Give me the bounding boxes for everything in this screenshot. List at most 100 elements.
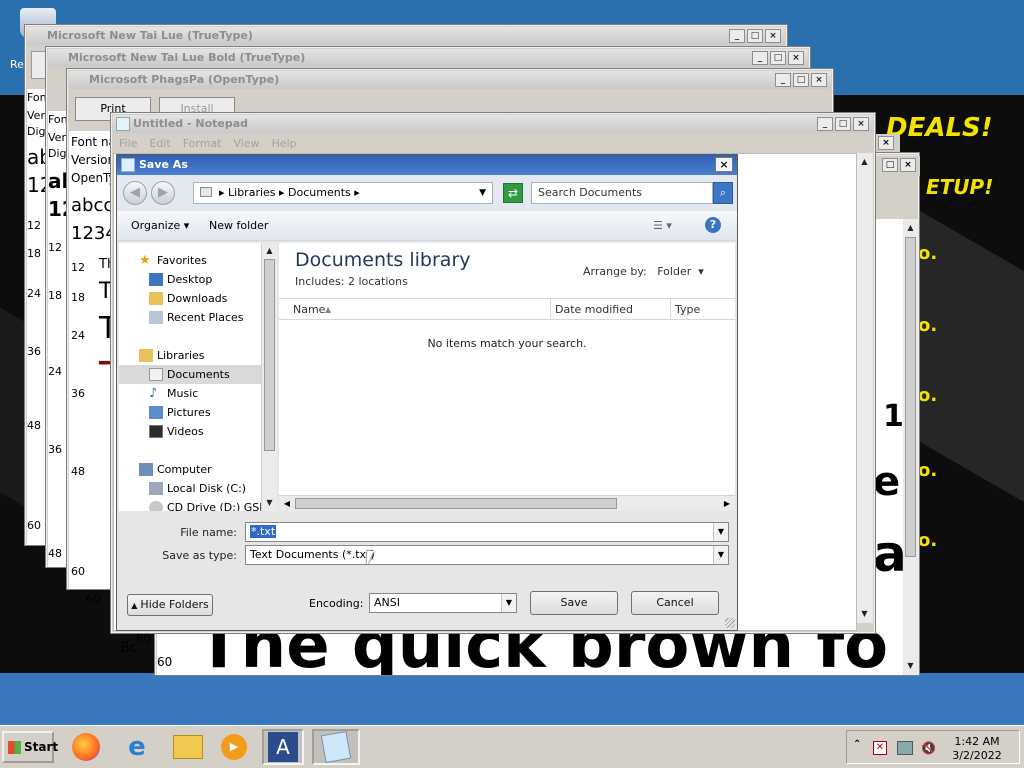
close-button[interactable]: × xyxy=(853,117,869,131)
file-name-input[interactable]: *.txt ▼ xyxy=(245,522,729,542)
dialog-toolbar: Organize ▾ New folder ☰ ▾ ? xyxy=(117,211,737,241)
nav-libraries[interactable]: Libraries xyxy=(119,346,261,365)
chevron-up-icon: ▲ xyxy=(131,601,138,610)
navigation-pane: ★ Favorites Desktop Downloads Recent Plac… xyxy=(119,243,277,511)
close-button[interactable]: × xyxy=(715,157,733,172)
maximize-button[interactable]: □ xyxy=(835,117,851,131)
maximize-button[interactable]: □ xyxy=(770,51,786,65)
nav-favorites[interactable]: ★ Favorites xyxy=(119,251,261,270)
menu-file[interactable]: File xyxy=(119,137,137,150)
dialog-title-bar[interactable]: Save As × xyxy=(117,155,737,175)
font-size-label: 18 xyxy=(48,289,62,302)
nav-videos[interactable]: Videos xyxy=(119,422,261,441)
column-date-modified[interactable]: Date modified xyxy=(555,303,633,316)
close-button[interactable]: × xyxy=(788,51,804,65)
back-button[interactable]: ◀ xyxy=(123,181,147,205)
address-dropdown-icon[interactable]: ▼ xyxy=(479,183,486,203)
save-as-type-select[interactable]: Text Documents (*.txt) ▼ xyxy=(245,545,729,565)
arrange-by-value[interactable]: Folder xyxy=(657,265,691,278)
action-center-icon[interactable]: ✕ xyxy=(873,741,887,755)
encoding-select[interactable]: ANSI ▼ xyxy=(369,593,517,613)
window-caption[interactable]: Untitled - Notepad _ □ × xyxy=(113,115,873,133)
minimize-button[interactable]: _ xyxy=(775,73,791,87)
column-name[interactable]: Name xyxy=(293,303,325,316)
organize-button[interactable]: Organize ▾ xyxy=(131,219,189,232)
horizontal-scrollbar[interactable]: ◀ ▶ xyxy=(279,495,735,511)
ad-glyph: o. xyxy=(918,530,938,551)
menu-edit[interactable]: Edit xyxy=(149,137,170,150)
breadcrumb-libraries[interactable]: Libraries xyxy=(228,186,276,199)
nav-cd-drive[interactable]: CD Drive (D:) GSP1 xyxy=(119,498,273,511)
window-caption[interactable]: Microsoft New Tai Lue (TrueType) _ □ × xyxy=(27,27,785,45)
column-type[interactable]: Type xyxy=(675,303,700,316)
taskbar-internet-explorer[interactable]: e xyxy=(117,729,157,765)
chevron-down-icon[interactable]: ▼ xyxy=(713,523,728,541)
maximize-button[interactable]: □ xyxy=(747,29,763,43)
save-as-type-label: Save as type: xyxy=(162,549,237,562)
vertical-scrollbar[interactable]: ▲ ▼ xyxy=(857,153,873,623)
maximize-button[interactable]: □ xyxy=(882,158,898,172)
taskbar: Start e ▶ A ⌃ ✕ 🔇 1:42 AM 3/2/2022 xyxy=(0,725,1024,768)
forward-button[interactable]: ▶ xyxy=(151,181,175,205)
arrange-by[interactable]: Arrange by: Folder ▾ xyxy=(583,265,704,278)
nav-computer[interactable]: Computer xyxy=(119,460,261,479)
menu-help[interactable]: Help xyxy=(272,137,297,150)
close-button[interactable]: × xyxy=(900,158,916,172)
help-icon[interactable]: ? xyxy=(705,217,721,233)
network-icon[interactable] xyxy=(897,741,913,755)
taskbar-media-player[interactable]: ▶ xyxy=(214,729,254,765)
font-info-label: Bc xyxy=(120,640,138,656)
font-icon xyxy=(72,73,86,87)
nav-music[interactable]: ♪ Music xyxy=(119,384,261,403)
window-caption[interactable]: Microsoft New Tai Lue Bold (TrueType) _ □… xyxy=(48,49,808,67)
nav-pictures[interactable]: Pictures xyxy=(119,403,261,422)
minimize-button[interactable]: _ xyxy=(817,117,833,131)
nav-downloads[interactable]: Downloads xyxy=(119,289,261,308)
taskbar-font-viewer[interactable]: A xyxy=(262,729,304,765)
vertical-scrollbar[interactable]: ▲ ▼ xyxy=(903,219,919,675)
desktop-background-bottom xyxy=(0,673,1024,725)
close-button[interactable]: × xyxy=(878,136,894,150)
menu-view[interactable]: View xyxy=(234,137,260,150)
chevron-down-icon[interactable]: ▼ xyxy=(501,594,516,612)
show-hidden-icons-icon[interactable]: ⌃ xyxy=(853,739,861,750)
hide-folders-button[interactable]: ▲ Hide Folders xyxy=(127,594,213,616)
search-icon[interactable]: ⌕ xyxy=(713,182,733,204)
recent-places-icon xyxy=(149,311,163,324)
mouse-cursor-icon xyxy=(367,551,374,565)
maximize-button[interactable]: □ xyxy=(793,73,809,87)
taskbar-file-explorer[interactable] xyxy=(168,729,208,765)
taskbar-firefox[interactable] xyxy=(66,729,106,765)
menu-format[interactable]: Format xyxy=(183,137,222,150)
taskbar-notepad[interactable] xyxy=(312,729,360,765)
view-options-icon[interactable]: ☰ ▾ xyxy=(653,219,672,232)
resize-grip[interactable] xyxy=(725,618,735,628)
start-button[interactable]: Start xyxy=(2,731,58,763)
new-folder-button[interactable]: New folder xyxy=(209,219,268,232)
save-button[interactable]: Save xyxy=(530,591,618,615)
search-input[interactable]: Search Documents xyxy=(531,182,713,204)
close-button[interactable]: × xyxy=(765,29,781,43)
file-list-pane[interactable]: Documents library Includes: 2 locations … xyxy=(279,243,735,511)
window-caption[interactable]: Microsoft PhagsPa (OpenType) _ □ × xyxy=(69,71,831,89)
volume-muted-icon[interactable]: 🔇 xyxy=(921,741,936,755)
minimize-button[interactable]: _ xyxy=(729,29,745,43)
nav-scrollbar[interactable]: ▲ ▼ xyxy=(261,243,277,511)
nav-recent-places[interactable]: Recent Places xyxy=(119,308,261,327)
save-as-dialog[interactable]: Save As × ◀ ▶ ▸ Libraries ▸ Documents ▸ … xyxy=(116,154,738,631)
nav-documents[interactable]: Documents xyxy=(119,365,261,384)
breadcrumb-documents[interactable]: Documents xyxy=(288,186,351,199)
cancel-button[interactable]: Cancel xyxy=(631,591,719,615)
minimize-button[interactable]: _ xyxy=(752,51,768,65)
nav-desktop[interactable]: Desktop xyxy=(119,270,261,289)
library-includes[interactable]: Includes: 2 locations xyxy=(295,275,408,288)
clock-date: 3/2/2022 xyxy=(952,749,1002,762)
nav-local-disk[interactable]: Local Disk (C:) xyxy=(119,479,261,498)
chevron-down-icon[interactable]: ▼ xyxy=(713,546,728,564)
font-size-label: 60 xyxy=(157,655,173,669)
system-clock[interactable]: 1:42 AM 3/2/2022 xyxy=(941,735,1013,763)
folder-icon xyxy=(173,735,203,759)
refresh-icon[interactable]: ⇄ xyxy=(503,183,523,203)
close-button[interactable]: × xyxy=(811,73,827,87)
address-bar[interactable]: ▸ Libraries ▸ Documents ▸ ▼ xyxy=(193,182,493,204)
